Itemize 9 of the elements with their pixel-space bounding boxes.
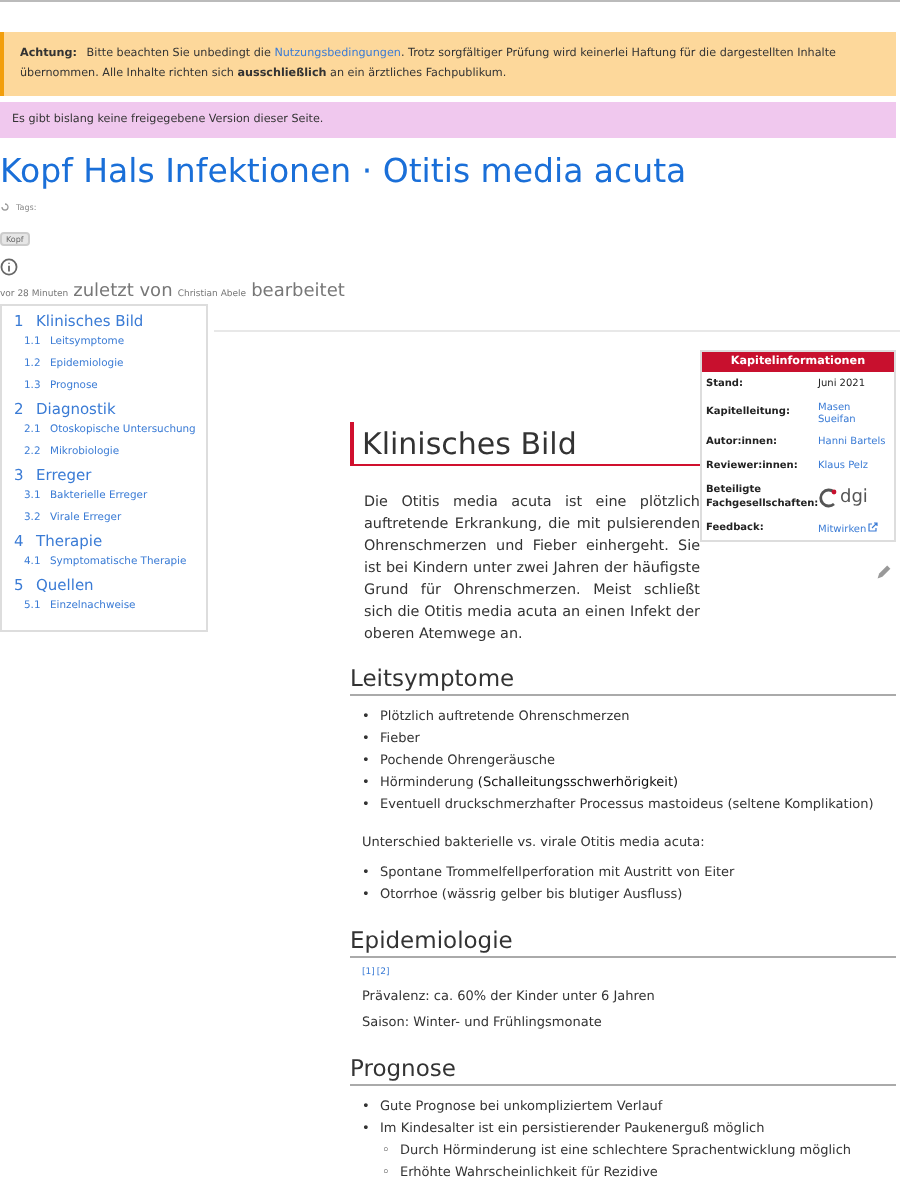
subsection-heading: Epidemiologie [350,926,896,958]
page-title: Kopf Hals Infektionen · Otitis media acuta [0,152,689,190]
subsection-heading: Leitsymptome [350,664,896,696]
subsection-heading: Prognose [350,1054,896,1086]
external-link-icon [868,521,879,531]
section-heading: Klinisches Bild [350,422,700,466]
society-logo: dgi [818,487,890,507]
edit-icon[interactable] [876,564,892,580]
info-icon[interactable] [0,258,18,276]
